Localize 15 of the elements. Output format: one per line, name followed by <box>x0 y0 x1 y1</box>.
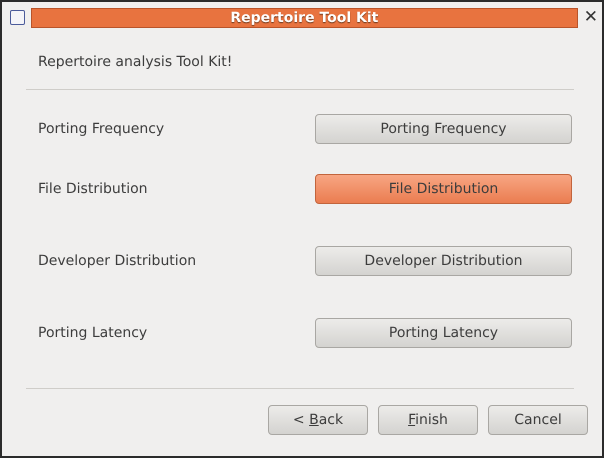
row-label: Porting Latency <box>38 324 148 342</box>
action-button[interactable]: Developer Distribution <box>315 246 572 276</box>
row-label: Porting Frequency <box>38 120 166 138</box>
window-title: Repertoire Tool Kit <box>31 8 578 28</box>
action-button[interactable]: Porting Frequency <box>315 114 572 144</box>
row-label: File Distribution <box>38 180 149 198</box>
finish-button[interactable]: Finish <box>378 405 478 435</box>
row-label: Developer Distribution <box>38 252 198 270</box>
cancel-button[interactable]: Cancel <box>488 405 588 435</box>
checkbox[interactable] <box>10 10 25 25</box>
heading: Repertoire analysis Tool Kit! <box>38 53 234 72</box>
back-button[interactable]: < Back <box>268 405 368 435</box>
close-button[interactable]: ✕ <box>584 9 598 26</box>
action-button[interactable]: File Distribution <box>315 174 572 204</box>
action-button[interactable]: Porting Latency <box>315 318 572 348</box>
